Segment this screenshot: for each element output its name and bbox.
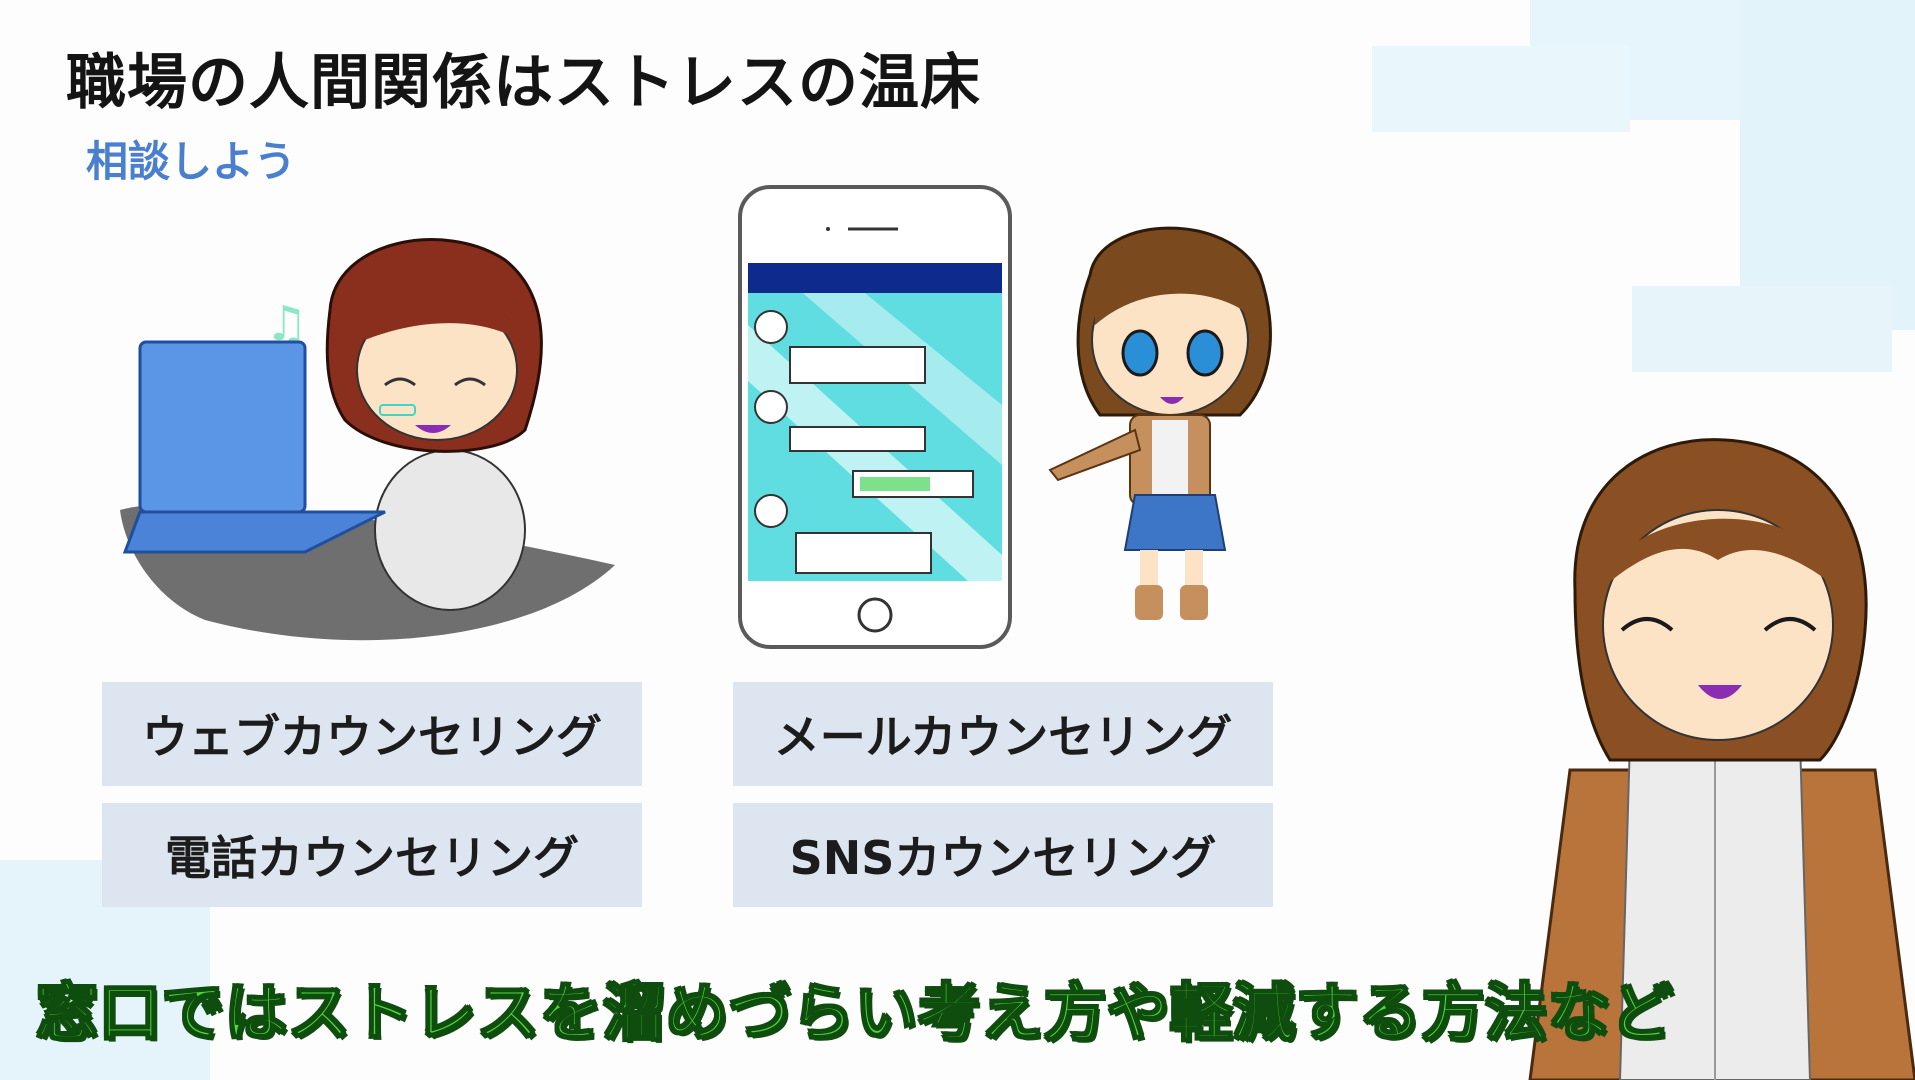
bg-deco-square — [1632, 286, 1892, 372]
option-phone-counseling: 電話カウンセリング — [102, 803, 642, 907]
page-title: 職場の人間関係はストレスの温床 — [66, 48, 981, 118]
bg-deco-square — [1740, 0, 1915, 330]
laptop-icon — [138, 340, 307, 514]
option-label: SNSカウンセリング — [789, 831, 1217, 885]
pointing-girl-illustration — [1048, 226, 1272, 620]
caption-subtitle: 窓口ではストレスを溜めづらい考え方や軽減する方法など — [35, 975, 1675, 1050]
option-label: メールカウンセリング — [773, 710, 1233, 764]
smartphone-icon — [738, 185, 1012, 649]
option-label: 電話カウンセリング — [165, 831, 579, 885]
bg-deco-square — [1372, 46, 1630, 132]
option-sns-counseling: SNSカウンセリング — [733, 803, 1273, 907]
page-subtitle: 相談しよう — [86, 137, 297, 186]
option-mail-counseling: メールカウンセリング — [733, 682, 1273, 786]
option-web-counseling: ウェブカウンセリング — [102, 682, 642, 786]
chat-bubble-icon — [754, 310, 788, 344]
laptop-girl-illustration: ♫ ♪ — [120, 238, 615, 641]
option-label: ウェブカウンセリング — [142, 710, 602, 764]
